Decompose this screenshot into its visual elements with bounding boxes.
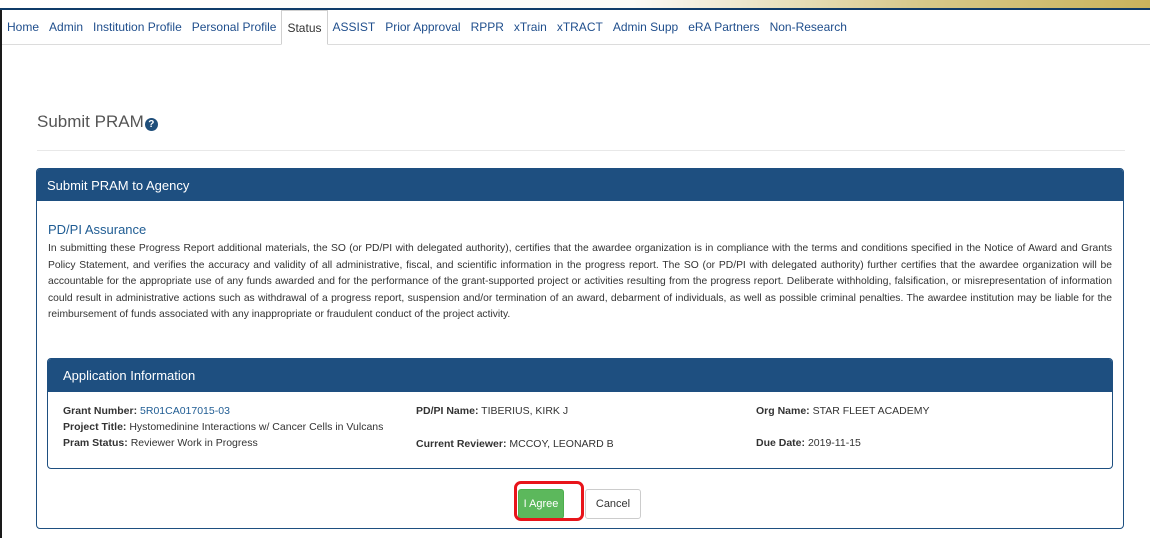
cancel-button[interactable]: Cancel xyxy=(585,489,641,519)
application-info-panel: Application Information Grant Number: 5R… xyxy=(47,358,1113,469)
org-field: Org Name: STAR FLEET ACADEMY xyxy=(756,405,930,417)
nav-home[interactable]: Home xyxy=(2,10,44,44)
project-title-label: Project Title: xyxy=(63,421,127,433)
page-title-text: Submit PRAM xyxy=(37,112,144,131)
pram-status-value: Reviewer Work in Progress xyxy=(130,437,258,449)
grant-number-field: Grant Number: 5R01CA017015-03 xyxy=(63,405,230,417)
nav-assist[interactable]: ASSIST xyxy=(328,10,381,44)
nav-era-partners[interactable]: eRA Partners xyxy=(683,10,764,44)
assurance-text: In submitting these Progress Report addi… xyxy=(48,243,1112,320)
nav-xtract[interactable]: xTRACT xyxy=(552,10,608,44)
project-title-value: Hystomedinine Interactions w/ Cancer Cel… xyxy=(129,421,384,433)
question-circle-icon[interactable]: ? xyxy=(144,117,158,131)
due-date-field: Due Date: 2019-11-15 xyxy=(756,437,861,449)
main-nav: Home Admin Institution Profile Personal … xyxy=(2,10,1150,45)
reviewer-label: Current Reviewer: xyxy=(416,438,507,450)
nav-non-research[interactable]: Non-Research xyxy=(765,10,852,44)
org-label: Org Name: xyxy=(756,405,810,417)
nav-rppr[interactable]: RPPR xyxy=(466,10,509,44)
project-title-field: Project Title: Hystomedinine Interaction… xyxy=(63,421,383,433)
pram-status-label: Pram Status: xyxy=(63,437,128,449)
title-divider xyxy=(37,150,1125,151)
nav-admin[interactable]: Admin xyxy=(44,10,88,44)
grant-number-link[interactable]: 5R01CA017015-03 xyxy=(140,405,230,417)
reviewer-field: Current Reviewer: MCCOY, LEONARD B xyxy=(416,438,614,450)
application-info-header: Application Information xyxy=(48,359,1112,392)
grant-number-label: Grant Number: xyxy=(63,405,138,417)
reviewer-value: MCCOY, LEONARD B xyxy=(509,438,614,450)
panel-header: Submit PRAM to Agency xyxy=(37,169,1123,201)
nav-admin-supp[interactable]: Admin Supp xyxy=(608,10,683,44)
agree-highlight-box xyxy=(514,481,584,521)
due-date-value: 2019-11-15 xyxy=(807,437,861,449)
top-accent-bar xyxy=(0,0,1150,8)
pdpi-value: TIBERIUS, KIRK J xyxy=(481,405,569,417)
pdpi-label: PD/PI Name: xyxy=(416,405,479,417)
nav-prior-approval[interactable]: Prior Approval xyxy=(380,10,465,44)
nav-xtrain[interactable]: xTrain xyxy=(509,10,552,44)
submit-pram-panel: Submit PRAM to Agency PD/PI Assurance In… xyxy=(36,168,1124,529)
nav-institution-profile[interactable]: Institution Profile xyxy=(88,10,187,44)
due-date-label: Due Date: xyxy=(756,437,806,449)
pram-status-field: Pram Status: Reviewer Work in Progress xyxy=(63,437,258,449)
pdpi-field: PD/PI Name: TIBERIUS, KIRK J xyxy=(416,405,568,417)
org-value: STAR FLEET ACADEMY xyxy=(812,405,930,417)
nav-personal-profile[interactable]: Personal Profile xyxy=(187,10,282,44)
page-title: Submit PRAM ? xyxy=(37,112,158,132)
nav-status[interactable]: Status xyxy=(281,10,328,45)
assurance-heading: PD/PI Assurance xyxy=(48,222,147,237)
left-border xyxy=(0,10,2,538)
